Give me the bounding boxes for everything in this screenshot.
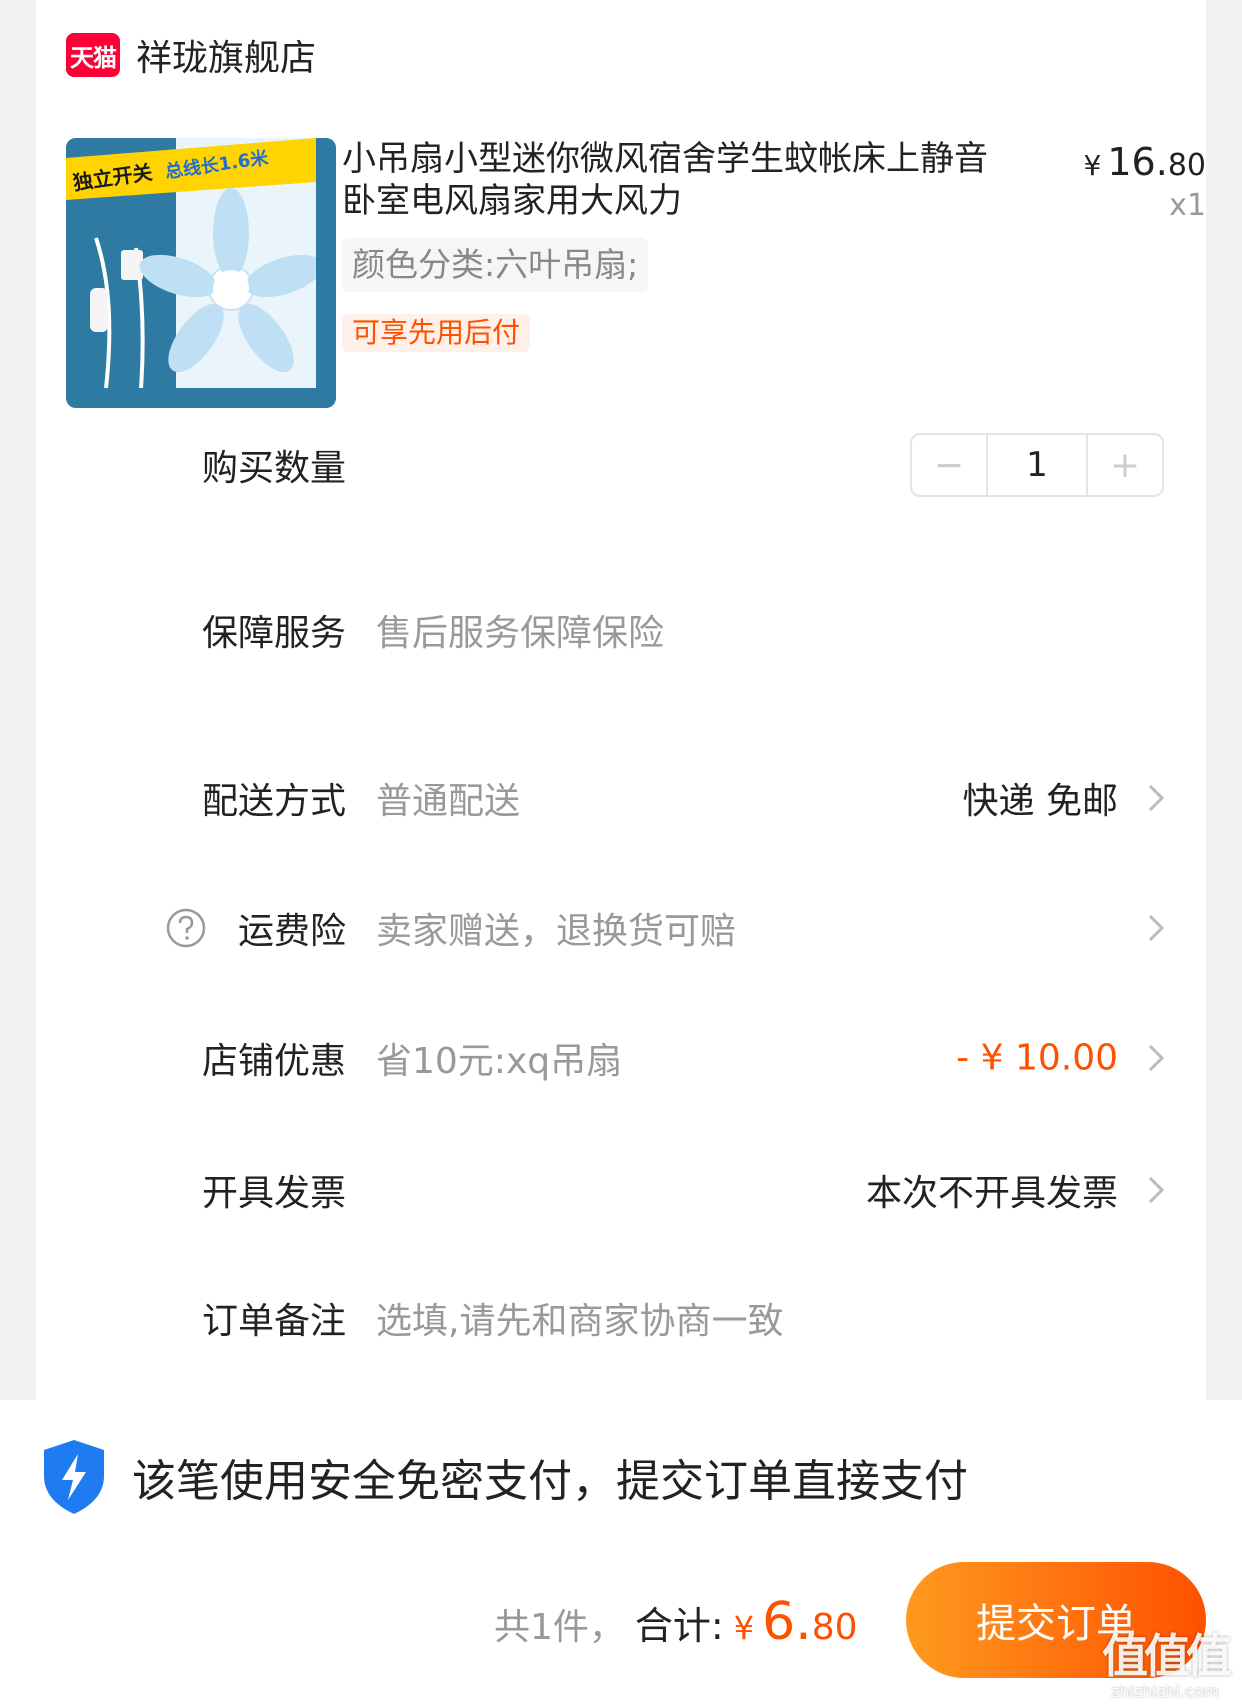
total-currency: ¥ xyxy=(733,1609,755,1647)
row-label: 保障服务 xyxy=(201,613,346,654)
invoice-option[interactable]: 本次不开具发票 xyxy=(866,1164,1118,1216)
row-delivery[interactable]: 配送方式 普通配送 快递 免邮 xyxy=(36,758,1206,838)
row-remark: 订单备注 选填,请先和商家协商一致 xyxy=(36,1278,1206,1358)
row-label: 订单备注 xyxy=(201,1301,346,1342)
total-label: 合计: xyxy=(634,1604,724,1648)
total-int: 6. xyxy=(762,1592,812,1652)
delivery-value: 普通配送 xyxy=(376,781,521,822)
chevron-right-icon[interactable] xyxy=(1140,908,1170,948)
row-label: 运费险 xyxy=(237,911,346,952)
tmall-logo-icon: 天猫 xyxy=(66,33,120,77)
row-label: 配送方式 xyxy=(201,781,346,822)
question-circle-icon[interactable] xyxy=(166,908,206,948)
item-count: 共1件， xyxy=(494,1607,625,1648)
total-dec: 80 xyxy=(811,1607,858,1648)
delivery-option[interactable]: 快递 免邮 xyxy=(963,772,1118,824)
remark-input[interactable]: 选填,请先和商家协商一致 xyxy=(376,1292,783,1344)
secure-payment-notice: 该笔使用安全免密支付，提交订单直接支付 xyxy=(40,1438,968,1516)
price-int: 16. xyxy=(1107,140,1168,184)
row-label: 开具发票 xyxy=(201,1173,346,1214)
row-label: 店铺优惠 xyxy=(201,1041,346,1082)
chevron-right-icon[interactable] xyxy=(1140,1038,1170,1078)
product-title[interactable]: 小吊扇小型迷你微风宿舍学生蚊帐床上静音卧室电风扇家用大风力 xyxy=(342,138,992,222)
watermark-main: 值值值 xyxy=(1102,1629,1232,1683)
increase-button[interactable]: + xyxy=(1088,435,1162,495)
pay-later-tag: 可享先用后付 xyxy=(342,314,531,352)
quantity-stepper[interactable]: − 1 + xyxy=(910,433,1164,497)
product-quantity: x1 xyxy=(1169,188,1206,223)
shield-lightning-icon xyxy=(44,1440,104,1514)
row-guarantee[interactable]: 保障服务 售后服务保障保险 xyxy=(36,590,1206,670)
row-shipping-insurance[interactable]: 运费险 卖家赠送，退换货可赔 xyxy=(36,888,1206,968)
price-currency: ¥ xyxy=(1083,149,1102,182)
store-header[interactable]: 天猫 祥珑旗舰店 xyxy=(66,30,316,80)
store-discount-amount[interactable]: - ¥ 10.00 xyxy=(956,1038,1118,1079)
shipping-insurance-value: 卖家赠送，退换货可赔 xyxy=(376,911,737,952)
store-discount-value: 省10元:xq吊扇 xyxy=(376,1041,623,1082)
row-store-discount[interactable]: 店铺优惠 省10元:xq吊扇 - ¥ 10.00 xyxy=(36,1018,1206,1098)
row-invoice[interactable]: 开具发票 本次不开具发票 xyxy=(36,1150,1206,1230)
price-dec: 80 xyxy=(1167,148,1206,183)
guarantee-value[interactable]: 售后服务保障保险 xyxy=(376,604,664,656)
watermark-sub: zhizhizhi.com xyxy=(1110,1682,1220,1701)
order-summary: 共1件， 合计: ¥ 6. 80 xyxy=(494,1592,858,1662)
decrease-button[interactable]: − xyxy=(912,435,986,495)
secure-payment-text: 该笔使用安全免密支付，提交订单直接支付 xyxy=(132,1456,968,1507)
row-label: 购买数量 xyxy=(201,448,346,489)
product-sku[interactable]: 颜色分类:六叶吊扇; xyxy=(342,238,649,292)
quantity-input[interactable]: 1 xyxy=(986,435,1088,495)
row-quantity: 购买数量 − 1 + xyxy=(36,425,1206,505)
product-price: ¥16.80 xyxy=(1084,140,1206,184)
watermark: 值值值 zhizhizhi.com xyxy=(1090,1620,1240,1701)
store-name[interactable]: 祥珑旗舰店 xyxy=(136,29,316,81)
bottom-bar: 该笔使用安全免密支付，提交订单直接支付 共1件， 合计: ¥ 6. 80 提交订单 xyxy=(0,1400,1242,1704)
chevron-right-icon[interactable] xyxy=(1140,1170,1170,1210)
chevron-right-icon[interactable] xyxy=(1140,778,1170,818)
product-image[interactable]: 独立开关 总线长1.6米 xyxy=(66,138,336,408)
